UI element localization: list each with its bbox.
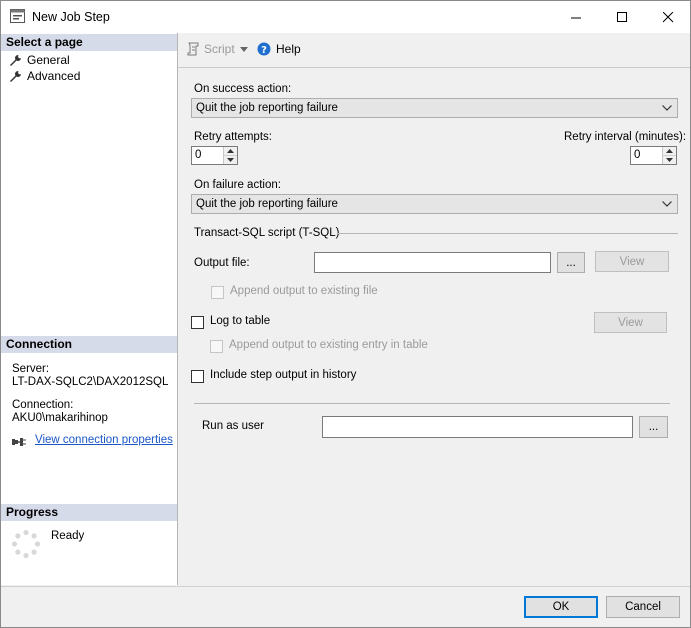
output-file-label: Output file:: [194, 257, 250, 269]
cancel-button[interactable]: Cancel: [606, 596, 680, 618]
output-file-view-button[interactable]: View: [595, 251, 669, 272]
output-file-input[interactable]: [314, 252, 551, 273]
progress-status: Ready: [51, 530, 85, 542]
output-file-browse-button[interactable]: ...: [557, 252, 585, 273]
maximize-icon: [616, 11, 627, 22]
retry-interval-value: 0: [634, 149, 641, 161]
dialog-footer: OK Cancel: [1, 586, 690, 627]
script-dropdown-icon[interactable]: [240, 47, 249, 53]
wrench-icon: [10, 54, 21, 66]
on-success-select[interactable]: Quit the job reporting failure: [191, 98, 678, 118]
chevron-down-icon: [662, 105, 672, 111]
on-failure-select[interactable]: Quit the job reporting failure: [191, 194, 678, 214]
stepper-arrows: [662, 147, 676, 164]
on-failure-value: Quit the job reporting failure: [196, 198, 338, 210]
run-as-divider: [194, 403, 670, 404]
ok-button[interactable]: OK: [524, 596, 598, 618]
on-success-label: On success action:: [194, 83, 292, 95]
retry-attempts-stepper[interactable]: 0: [191, 146, 238, 165]
on-failure-label: On failure action:: [194, 179, 281, 191]
connection-plug-icon: [12, 438, 26, 446]
left-pane: Select a page General Advanced Connectio…: [1, 33, 178, 585]
progress-header: Progress: [1, 504, 177, 521]
script-label: Script: [204, 42, 235, 56]
tsql-section-label: Transact-SQL script (T-SQL): [194, 227, 340, 239]
append-output-label: Append output to existing file: [230, 285, 378, 297]
window-title: New Job Step: [32, 10, 110, 24]
chevron-down-icon: [662, 201, 672, 207]
help-label: Help: [276, 42, 301, 56]
server-label: Server:: [12, 363, 50, 375]
on-success-value: Quit the job reporting failure: [196, 102, 338, 114]
connection-label: Connection:: [12, 399, 74, 411]
log-to-table-label: Log to table: [210, 315, 271, 327]
progress-spinner-icon: [11, 529, 41, 559]
stepper-up-icon[interactable]: [663, 147, 676, 156]
page-item-label: Advanced: [27, 69, 81, 83]
close-button[interactable]: [645, 1, 690, 33]
page-item-general[interactable]: General: [9, 52, 70, 68]
minimize-icon: [570, 17, 581, 18]
script-icon: [187, 42, 199, 56]
select-page-header: Select a page: [1, 34, 177, 51]
wrench-icon: [10, 70, 21, 82]
page-item-label: General: [27, 53, 70, 67]
page-item-advanced[interactable]: Advanced: [9, 68, 80, 84]
connection-value: AKU0\makarihinop: [12, 412, 108, 424]
job-step-window-icon: [10, 9, 25, 23]
retry-interval-label: Retry interval (minutes):: [564, 131, 687, 143]
retry-attempts-label: Retry attempts:: [194, 131, 272, 143]
retry-attempts-value: 0: [195, 149, 202, 161]
server-value: LT-DAX-SQLC2\DAX2012SQL: [12, 376, 169, 388]
append-output-checkbox[interactable]: [211, 286, 224, 299]
append-entry-checkbox[interactable]: [210, 340, 223, 353]
script-button[interactable]: Script: [186, 42, 235, 56]
tsql-section-divider: [337, 233, 678, 234]
run-as-user-label: Run as user: [202, 420, 265, 432]
include-history-checkbox[interactable]: [191, 370, 204, 383]
help-button[interactable]: ? Help: [257, 42, 301, 56]
help-icon: ?: [257, 42, 271, 56]
svg-text:?: ?: [261, 45, 267, 56]
include-history-label: Include step output in history: [210, 369, 357, 381]
connection-header: Connection: [1, 336, 177, 353]
new-job-step-window: New Job Step Select a page General Advan…: [0, 0, 691, 628]
title-bar: New Job Step: [1, 1, 690, 33]
stepper-down-icon[interactable]: [224, 156, 237, 164]
toolbar-separator: [178, 67, 690, 68]
minimize-button[interactable]: [553, 1, 599, 33]
stepper-arrows: [223, 147, 237, 164]
toolbar: Script ? Help: [178, 33, 690, 67]
stepper-up-icon[interactable]: [224, 147, 237, 156]
log-table-view-button[interactable]: View: [594, 312, 667, 333]
run-as-user-browse-button[interactable]: ...: [639, 416, 668, 438]
run-as-user-input[interactable]: [322, 416, 633, 438]
log-to-table-checkbox[interactable]: [191, 316, 204, 329]
view-connection-properties-link[interactable]: View connection properties: [35, 434, 173, 446]
stepper-down-icon[interactable]: [663, 156, 676, 164]
append-entry-label: Append output to existing entry in table: [229, 339, 428, 351]
close-icon: [662, 11, 673, 22]
retry-interval-stepper[interactable]: 0: [630, 146, 677, 165]
maximize-button[interactable]: [599, 1, 645, 33]
